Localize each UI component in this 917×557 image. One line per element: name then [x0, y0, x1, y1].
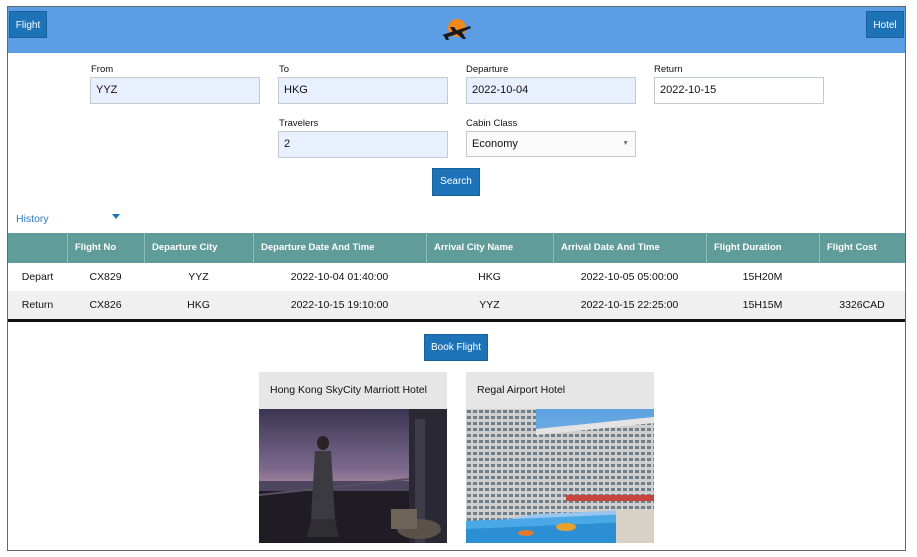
table-cell: Depart [21, 271, 54, 283]
header-cell-departure-datetime: Departure Date And Time [253, 233, 426, 263]
table-cell: 2022-10-15 22:25:00 [580, 299, 679, 311]
cabin-class-label: Cabin Class [466, 118, 518, 129]
hotel-card[interactable]: Hong Kong SkyCity Marriott Hotel [259, 372, 447, 550]
travelers-label: Travelers [279, 118, 319, 129]
hotel-name[interactable]: Regal Airport Hotel [466, 372, 654, 409]
app-window: Flight Hotel From YYZ To HKG Departure 2… [7, 6, 906, 551]
table-cell: Return [21, 299, 54, 311]
caret-down-icon[interactable] [112, 214, 120, 219]
header-cell-flight-no: Flight No [67, 233, 144, 263]
book-flight-button[interactable]: Book Flight [424, 334, 488, 361]
table-divider [8, 319, 905, 322]
table-cell: 2022-10-15 19:10:00 [290, 299, 389, 311]
table-cell: 15H20M [742, 271, 783, 283]
header-cell-duration: Flight Duration [706, 233, 819, 263]
table-cell: CX829 [89, 271, 122, 283]
table-cell: HKG [187, 299, 210, 311]
table-cell: YYZ [188, 271, 209, 283]
header-cell-arrival-datetime: Arrival Date And Time [553, 233, 706, 263]
table-row: Depart CX829 YYZ 2022-10-04 01:40:00 HKG… [8, 263, 905, 291]
cabin-class-select[interactable]: Economy ▼ [466, 131, 636, 157]
header-cell-cost: Flight Cost [819, 233, 905, 263]
header-cell-arrival-city: Arrival City Name [426, 233, 553, 263]
hotel-name[interactable]: Hong Kong SkyCity Marriott Hotel [259, 372, 447, 409]
history-toggle[interactable]: History [16, 213, 49, 225]
table-cell [819, 263, 905, 291]
hotel-photo[interactable] [466, 409, 654, 543]
departure-date-input[interactable]: 2022-10-04 [466, 77, 636, 104]
return-label: Return [654, 64, 683, 75]
hotel-nav-button[interactable]: Hotel [866, 11, 904, 38]
table-header: Flight No Departure City Departure Date … [8, 233, 905, 263]
table-cell: CX826 [89, 299, 122, 311]
table-cell: 2022-10-05 05:00:00 [580, 271, 679, 283]
header-cell-departure-city: Departure City [144, 233, 253, 263]
hotel-photo[interactable] [259, 409, 447, 543]
top-nav-bar: Flight Hotel [8, 7, 905, 53]
travelers-input[interactable]: 2 [278, 131, 448, 158]
table-cell: YYZ [479, 299, 500, 311]
table-cell: 3326CAD [839, 299, 885, 311]
cabin-class-value: Economy [472, 138, 518, 150]
table-cell: 2022-10-04 01:40:00 [290, 271, 389, 283]
chevron-down-icon: ▼ [622, 140, 629, 147]
return-date-input[interactable]: 2022-10-15 [654, 77, 824, 104]
from-label: From [91, 64, 114, 75]
hotel-card[interactable]: Regal Airport Hotel [466, 372, 654, 550]
from-input[interactable]: YYZ [90, 77, 260, 104]
to-input[interactable]: HKG [278, 77, 448, 104]
table-cell: 15H15M [742, 299, 783, 311]
table-row: Return CX826 HKG 2022-10-15 19:10:00 YYZ… [8, 291, 905, 319]
table-cell: HKG [478, 271, 501, 283]
airplane-logo-icon [442, 19, 471, 40]
departure-label: Departure [466, 64, 509, 75]
header-cell [8, 233, 67, 263]
to-label: To [279, 64, 290, 75]
search-button[interactable]: Search [432, 168, 480, 196]
flight-nav-button[interactable]: Flight [9, 11, 47, 38]
